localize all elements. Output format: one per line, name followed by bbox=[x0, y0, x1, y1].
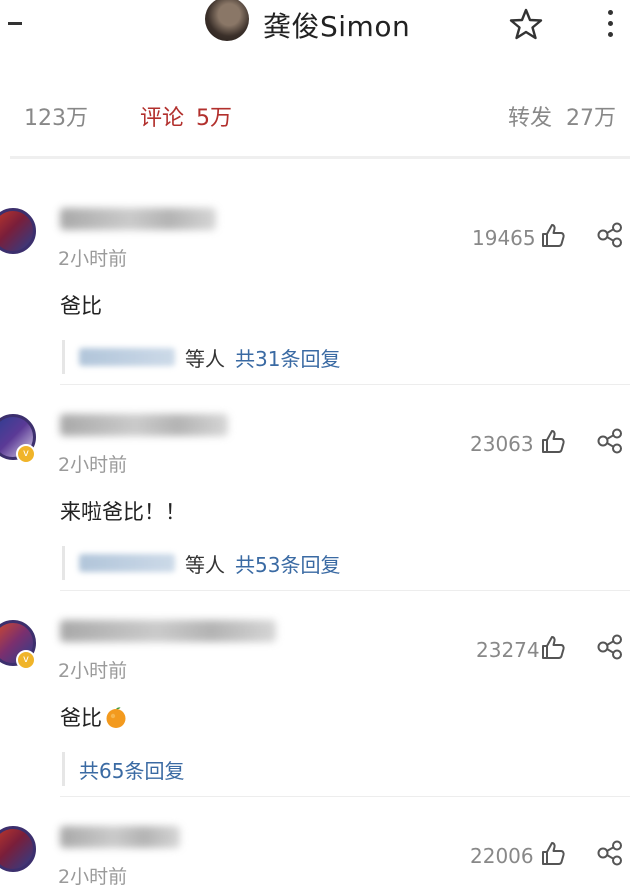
share-icon[interactable] bbox=[596, 428, 624, 454]
share-icon[interactable] bbox=[596, 634, 624, 660]
comment-text: 爸比 bbox=[60, 702, 128, 732]
orange-emoji-icon bbox=[106, 707, 126, 728]
replier-names-blurred[interactable] bbox=[79, 348, 175, 366]
star-icon[interactable] bbox=[508, 6, 544, 42]
reply-count-link[interactable]: 共65条回复 bbox=[79, 755, 184, 784]
tab-likes-count: 123万 bbox=[24, 106, 88, 131]
comment-divider bbox=[60, 384, 630, 385]
reply-summary[interactable]: 共65条回复 bbox=[62, 752, 184, 786]
reply-deng: 等人 bbox=[185, 552, 225, 577]
tabs-divider bbox=[10, 156, 630, 159]
like-count: 22006 bbox=[470, 844, 534, 868]
owner-name[interactable]: 龚俊Simon bbox=[263, 5, 410, 45]
commenter-username-blurred[interactable] bbox=[60, 208, 216, 230]
comment-text: 爸比 bbox=[60, 294, 102, 318]
tab-reposts-count: 27万 bbox=[566, 106, 617, 131]
commenter-avatar[interactable] bbox=[0, 826, 36, 872]
comment-divider bbox=[60, 590, 630, 591]
like-count: 23063 bbox=[470, 432, 534, 456]
interaction-tabs: 123万 评论 5万 转发 27万 bbox=[0, 90, 640, 140]
tab-reposts[interactable]: 转发 27万 bbox=[508, 100, 616, 132]
reply-count-link[interactable]: 共31条回复 bbox=[235, 343, 340, 372]
reply-summary[interactable]: 等人 共31条回复 bbox=[62, 340, 340, 374]
tab-comments-label: 评论 bbox=[140, 106, 185, 131]
top-bar: 龚俊Simon bbox=[0, 0, 640, 60]
reply-summary[interactable]: 等人 共53条回复 bbox=[62, 546, 340, 580]
like-count: 23274 bbox=[476, 638, 540, 662]
comment-time: 2小时前 bbox=[58, 660, 128, 682]
tab-comments[interactable]: 评论 5万 bbox=[140, 100, 232, 132]
tab-reposts-label: 转发 bbox=[508, 106, 553, 131]
tab-likes[interactable]: 123万 bbox=[24, 100, 88, 132]
comment-divider bbox=[60, 796, 630, 797]
comment-time: 2小时前 bbox=[58, 248, 128, 270]
thumbs-up-icon[interactable] bbox=[540, 840, 566, 866]
back-button[interactable] bbox=[8, 22, 22, 25]
share-icon[interactable] bbox=[596, 222, 624, 248]
comment-time: 2小时前 bbox=[58, 454, 128, 476]
commenter-avatar[interactable] bbox=[0, 208, 36, 254]
owner-avatar[interactable] bbox=[205, 0, 249, 41]
reply-deng: 等人 bbox=[185, 346, 225, 371]
comment-text-content: 爸比 bbox=[60, 706, 102, 730]
like-count: 19465 bbox=[472, 226, 536, 250]
thumbs-up-icon[interactable] bbox=[540, 222, 566, 248]
share-icon[interactable] bbox=[596, 840, 624, 866]
commenter-username-blurred[interactable] bbox=[60, 826, 180, 848]
commenter-username-blurred[interactable] bbox=[60, 414, 228, 436]
post-owner[interactable]: 龚俊Simon bbox=[205, 0, 410, 46]
replier-names-blurred[interactable] bbox=[79, 554, 175, 572]
tab-comments-count: 5万 bbox=[196, 106, 233, 131]
verified-badge-icon: v bbox=[16, 650, 36, 670]
thumbs-up-icon[interactable] bbox=[540, 428, 566, 454]
reply-count-link[interactable]: 共53条回复 bbox=[235, 549, 340, 578]
thumbs-up-icon[interactable] bbox=[540, 634, 566, 660]
comment-text: 来啦爸比！！ bbox=[60, 500, 186, 524]
commenter-username-blurred[interactable] bbox=[60, 620, 276, 642]
verified-badge-icon: v bbox=[16, 444, 36, 464]
more-options-icon[interactable] bbox=[604, 6, 616, 42]
